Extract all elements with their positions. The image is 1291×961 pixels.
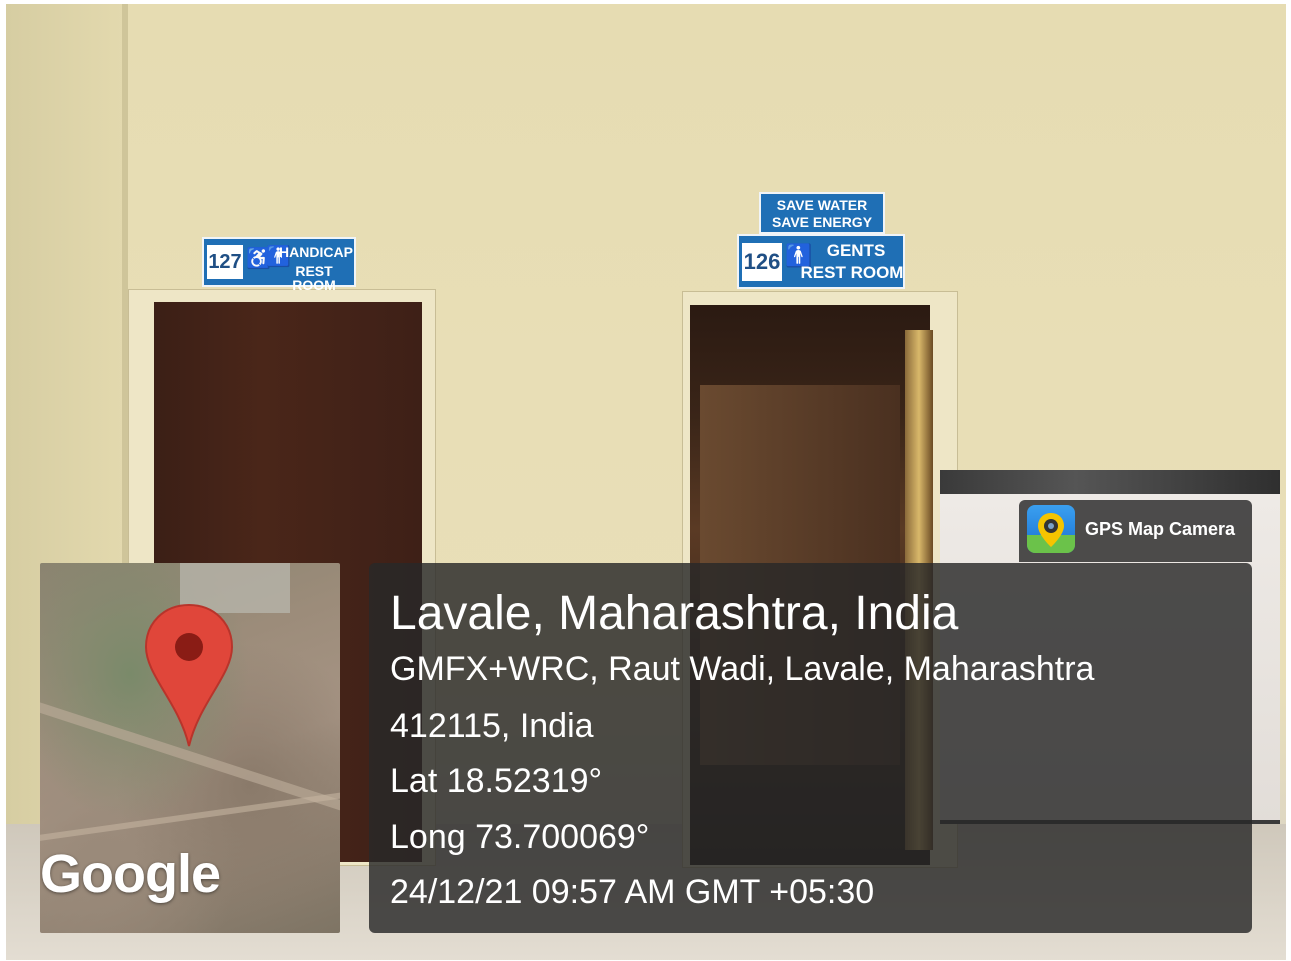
datetime: 24/12/21 09:57 AM GMT +05:30 (390, 873, 875, 911)
sign-room-number: 126 (742, 243, 782, 281)
brand-label: GPS Map Camera (1085, 519, 1236, 539)
sign-gents-restroom: 126 🚹 GENTS REST ROOM (737, 234, 905, 289)
google-logo: Google (40, 844, 221, 904)
map-thumbnail: Google (40, 563, 340, 933)
sign-line2: REST ROOM (292, 263, 336, 293)
sign-handicap-restroom: 127 ♿ 🚹 HANDICAP REST ROOM (202, 237, 356, 292)
address-line-2: 412115, India (390, 707, 594, 745)
sign-line1: GENTS (826, 241, 886, 260)
sign-room-number: 127 (207, 245, 243, 279)
map-road (40, 790, 340, 842)
latitude: Lat 18.52319° (390, 762, 603, 800)
sign-line2: REST ROOM (800, 263, 904, 282)
gps-map-camera-icon (1027, 505, 1075, 553)
sign-line1: HANDICAP (279, 244, 353, 260)
location-title: Lavale, Maharashtra, India (390, 587, 959, 640)
sign-save-water: SAVE WATER SAVE ENERGY (759, 192, 885, 234)
sign-line1: SAVE WATER (776, 197, 868, 213)
address-line-1: GMFX+WRC, Raut Wadi, Lavale, Maharashtra (390, 650, 1095, 688)
longitude: Long 73.700069° (390, 818, 650, 856)
sign-line2: SAVE ENERGY (771, 214, 873, 230)
counter-top (940, 470, 1280, 494)
map-pin-icon (144, 603, 234, 747)
